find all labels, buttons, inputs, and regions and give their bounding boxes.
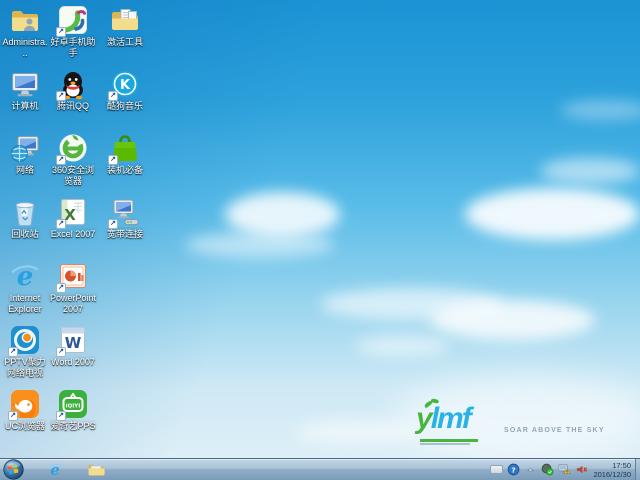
- network-icon: [9, 132, 41, 164]
- shortcut-arrow-icon: ↗: [108, 155, 118, 165]
- shortcut-arrow-icon: ↗: [108, 91, 118, 101]
- shortcut-arrow-icon: ↗: [108, 219, 118, 229]
- icon-label: 腾讯QQ: [56, 101, 89, 111]
- shortcut-arrow-icon: ↗: [8, 347, 18, 357]
- desktop-icon-network[interactable]: 网络: [2, 132, 48, 196]
- icon-label: 计算机: [11, 101, 39, 111]
- shortcut-arrow-icon: ↗: [56, 347, 66, 357]
- start-button[interactable]: [3, 459, 24, 480]
- word-2007-icon: W ↗: [56, 324, 89, 357]
- desktop-icon-iqiyi-pps[interactable]: iQIYI ↗ 爱奇艺PPS: [48, 388, 98, 452]
- pptv-icon: ↗: [8, 324, 41, 357]
- icon-label: PPTV聚力 网络电视: [4, 357, 46, 378]
- taskbar-clock[interactable]: 17:50 2016/12/30: [593, 461, 631, 479]
- desktop-icon-excel[interactable]: X ↗ Excel 2007: [48, 196, 98, 260]
- taskbar-internet-explorer-button[interactable]: e: [45, 461, 65, 479]
- security-check-icon[interactable]: [540, 463, 554, 477]
- internet-explorer-icon: e: [9, 260, 41, 292]
- brand-tagline: SOAR ABOVE THE SKY: [504, 427, 605, 434]
- language-indicator[interactable]: [489, 463, 503, 477]
- desktop-icon-kugou[interactable]: K ↗ 酷狗音乐: [98, 68, 152, 132]
- icon-label: 酷狗音乐: [106, 101, 143, 111]
- icon-label: PowerPoint 2007: [49, 293, 97, 314]
- icon-column-3: 激活工具 K ↗ 酷狗音乐 ↗ 装机必备 ↗ 宽带连接: [98, 4, 152, 260]
- desktop-icon-internet-explorer[interactable]: e Internet Explorer: [2, 260, 48, 324]
- shortcut-arrow-icon: ↗: [56, 91, 66, 101]
- svg-text:X: X: [64, 206, 76, 224]
- desktop-icon-haozhuo[interactable]: ↗ 好卓手机助手: [48, 4, 98, 68]
- brand-underline-small: [420, 443, 470, 445]
- show-hidden-icons-button[interactable]: [523, 463, 537, 477]
- icon-label: Administra...: [2, 37, 48, 58]
- desktop-icon-recycle-bin[interactable]: 回收站: [2, 196, 48, 260]
- powerpoint-2007-icon: ↗: [56, 260, 89, 293]
- desktop-icon-computer[interactable]: 计算机: [2, 68, 48, 132]
- wallpaper-brand-logo: ylmf SOAR ABOVE THE SKY: [416, 398, 616, 450]
- desktop-icon-broadband[interactable]: ↗ 宽带连接: [98, 196, 152, 260]
- icon-label: 好卓手机助手: [50, 37, 96, 58]
- icon-label: 宽带连接: [106, 229, 143, 239]
- icon-column-1: Administra... 计算机 网络 回收站 e Internet Expl…: [2, 4, 48, 452]
- taskbar-explorer-button[interactable]: [86, 461, 106, 479]
- taskbar-left: e: [0, 459, 106, 480]
- desktop-icon-administrator[interactable]: Administra...: [2, 4, 48, 68]
- shortcut-arrow-icon: ↗: [8, 411, 18, 421]
- haozhuo-phone-assistant-icon: ↗: [56, 4, 89, 37]
- computer-icon: [9, 68, 41, 100]
- desktop-icon-qq[interactable]: ↗ 腾讯QQ: [48, 68, 98, 132]
- shortcut-arrow-icon: ↗: [56, 219, 66, 229]
- show-desktop-button[interactable]: [635, 459, 640, 480]
- desktop-icon-word[interactable]: W ↗ Word 2007: [48, 324, 98, 388]
- shortcut-arrow-icon: ↗: [56, 283, 66, 293]
- svg-text:K: K: [120, 78, 131, 93]
- essential-software-bag-icon: ↗: [108, 132, 141, 165]
- desktop-icon-activation-tools[interactable]: 激活工具: [98, 4, 152, 68]
- help-icon[interactable]: ?: [506, 463, 520, 477]
- system-tray: ? 17:50 2016/12/30: [489, 459, 640, 480]
- svg-text:?: ?: [511, 465, 515, 474]
- shortcut-arrow-icon: ↗: [56, 411, 66, 421]
- desktop: ylmf SOAR ABOVE THE SKY Administra... 计算…: [0, 0, 640, 480]
- clock-time: 17:50: [612, 460, 631, 470]
- svg-text:iQIYI: iQIYI: [66, 404, 81, 410]
- iqiyi-pps-icon: iQIYI ↗: [56, 388, 89, 421]
- clock-date: 2016/12/30: [593, 469, 631, 479]
- desktop-icon-pptv[interactable]: ↗ PPTV聚力 网络电视: [2, 324, 48, 388]
- icon-label: 激活工具: [106, 37, 143, 47]
- administrator-folder-icon: [9, 4, 41, 36]
- network-warning-icon[interactable]: [557, 463, 571, 477]
- icon-label: 回收站: [11, 229, 39, 239]
- shortcut-arrow-icon: ↗: [56, 27, 66, 37]
- icon-label: Internet Explorer: [8, 293, 42, 314]
- shortcut-arrow-icon: ↗: [56, 155, 66, 165]
- tencent-qq-icon: ↗: [56, 68, 89, 101]
- activation-tools-folder-icon: [109, 4, 141, 36]
- icon-label: 网络: [15, 165, 34, 175]
- recycle-bin-icon: [9, 196, 41, 228]
- brand-underline: [420, 439, 478, 442]
- volume-muted-icon[interactable]: [574, 463, 588, 477]
- taskbar: e ? 17:50 2016/12/30: [0, 458, 640, 480]
- brand-text: ylmf: [416, 402, 472, 435]
- icon-label: UC浏览器: [5, 421, 45, 431]
- kugou-music-icon: K ↗: [108, 68, 141, 101]
- icon-label: 装机必备: [106, 165, 143, 175]
- broadband-connection-icon: ↗: [108, 196, 141, 229]
- excel-2007-icon: X ↗: [56, 196, 89, 229]
- desktop-icon-360-browser[interactable]: ↗ 360安全浏览器: [48, 132, 98, 196]
- uc-browser-icon: ↗: [8, 388, 41, 421]
- icon-label: 360安全浏览器: [51, 165, 95, 186]
- icon-label: Word 2007: [51, 357, 95, 367]
- svg-text:W: W: [65, 334, 82, 352]
- desktop-icon-uc-browser[interactable]: ↗ UC浏览器: [2, 388, 48, 452]
- desktop-icon-essential-software[interactable]: ↗ 装机必备: [98, 132, 152, 196]
- icon-label: 爱奇艺PPS: [50, 421, 96, 431]
- 360-secure-browser-icon: ↗: [56, 132, 89, 165]
- icon-column-2: ↗ 好卓手机助手 ↗ 腾讯QQ ↗ 360安全浏览器 X ↗ Excel 200…: [48, 4, 98, 452]
- icon-label: Excel 2007: [50, 229, 96, 239]
- desktop-icon-powerpoint[interactable]: ↗ PowerPoint 2007: [48, 260, 98, 324]
